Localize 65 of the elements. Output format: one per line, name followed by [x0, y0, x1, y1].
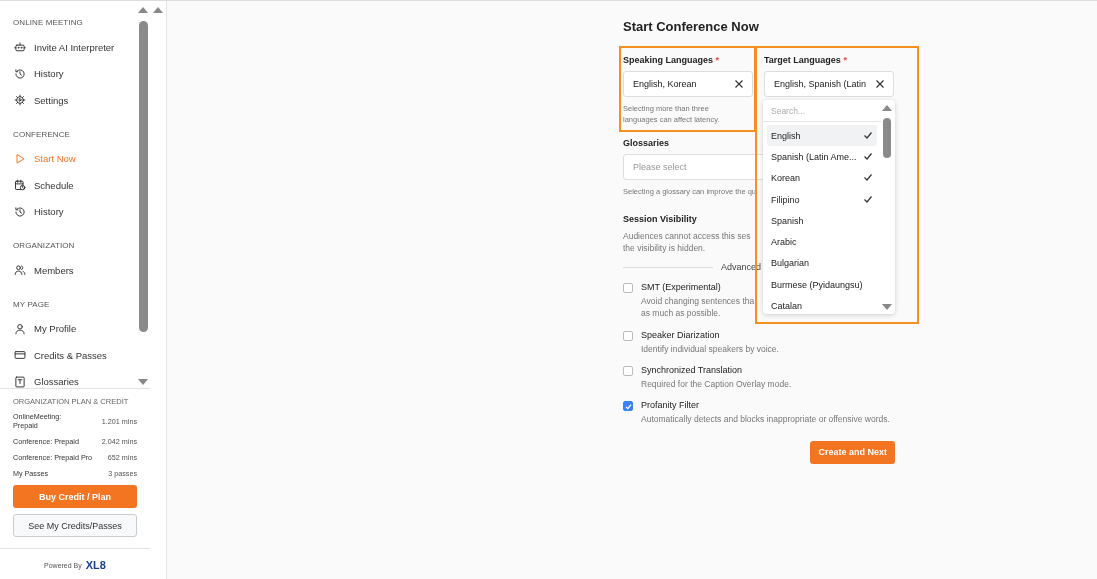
checkbox[interactable]	[623, 283, 633, 293]
scroll-up-icon[interactable]	[882, 105, 892, 111]
check-icon	[863, 150, 873, 161]
field-label: Session Visibility	[623, 213, 697, 224]
section-heading: CONFERENCE	[13, 129, 71, 139]
clear-icon[interactable]	[875, 79, 885, 89]
dropdown-option[interactable]: Catalan	[767, 295, 877, 314]
option-label: Synchronized Translation	[641, 364, 743, 375]
nav-item[interactable]: Glossaries	[13, 368, 133, 388]
nav-item[interactable]: My Profile	[13, 315, 133, 342]
search-field[interactable]: Search...	[763, 101, 881, 122]
scroll-down-icon[interactable]	[882, 304, 892, 310]
dropdown-option[interactable]: Filipino	[767, 188, 877, 211]
page-title: Start Conference Now	[623, 19, 760, 34]
checkbox[interactable]	[623, 401, 633, 412]
field-label: Speaking Languages *	[623, 55, 720, 65]
option-label: Speaker Diarization	[641, 329, 720, 340]
section-heading: MY PAGE	[13, 299, 51, 309]
person-icon	[14, 322, 26, 335]
nav-item[interactable]: History	[13, 60, 133, 87]
option-description: Avoid changing sentences tha	[641, 295, 755, 308]
book-icon	[14, 375, 26, 388]
option-description: as much as possible.	[641, 307, 721, 320]
option-label: Profanity Filter	[641, 400, 700, 411]
dropdown-option[interactable]: Burmese (Pyidaungsu)	[767, 274, 877, 296]
field-label: Target Languages *	[764, 55, 847, 65]
option-description: Identify individual speakers by voice.	[641, 342, 779, 355]
dropdown-option[interactable]: English	[767, 125, 877, 147]
nav-item[interactable]: History	[13, 198, 133, 225]
visibility-text: Audiences cannot access this ses	[623, 229, 751, 243]
speaking-languages-field[interactable]: English, Korean	[623, 71, 753, 97]
dropdown-option[interactable]: Bulgarian	[767, 252, 877, 275]
scrollbar-thumb[interactable]	[139, 21, 148, 332]
option-label: SMT (Experimental)	[641, 282, 721, 292]
history-icon	[14, 205, 26, 218]
nav-item[interactable]: Settings	[13, 87, 133, 114]
credits-button[interactable]: See My Credits/Passes	[13, 514, 137, 537]
checkbox[interactable]	[623, 330, 633, 341]
calendar-icon	[14, 179, 26, 192]
scrollbar-thumb[interactable]	[883, 118, 891, 158]
checkbox[interactable]	[623, 365, 633, 376]
history-icon	[14, 67, 26, 80]
section-heading: ORGANIZATION	[13, 241, 76, 250]
nav-item[interactable]: Schedule	[13, 172, 133, 199]
check-icon	[863, 193, 873, 204]
check-icon	[863, 172, 873, 183]
visibility-text: the visibility is hidden.	[623, 242, 706, 255]
section-heading: ONLINE MEETING	[13, 18, 84, 27]
play-icon	[14, 152, 26, 165]
nav-item[interactable]: Members	[13, 257, 133, 284]
check-icon	[863, 129, 873, 140]
nav-item[interactable]: Invite AI Interpreter	[13, 34, 133, 61]
field-label: Glossaries	[623, 138, 670, 148]
target-languages-field[interactable]: English, Spanish (Latin	[764, 71, 894, 97]
nav-item[interactable]: Credits & Passes	[13, 342, 133, 369]
clear-icon[interactable]	[734, 79, 744, 89]
card-icon	[14, 349, 26, 362]
robot-icon	[14, 41, 26, 54]
dropdown-option[interactable]: Spanish	[767, 210, 877, 232]
dropdown-option[interactable]: Arabic	[767, 231, 877, 253]
option-description: Automatically detects and blocks inappropriate or offensive words.	[641, 413, 890, 426]
settings-icon	[14, 94, 26, 107]
logo: XL8	[85, 559, 106, 571]
option-description: Required for the Caption Overlay mode.	[641, 377, 792, 391]
people-icon	[14, 264, 26, 277]
